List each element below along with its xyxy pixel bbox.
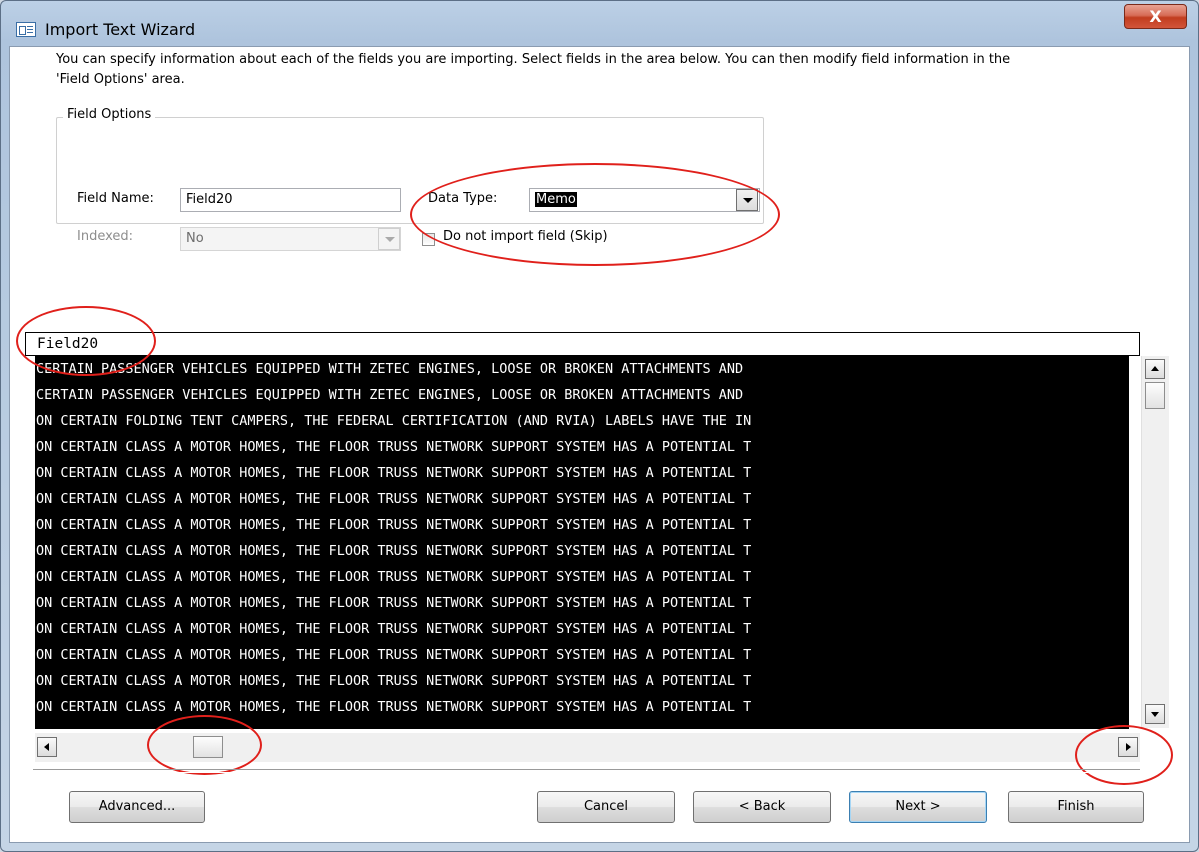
button-separator bbox=[33, 769, 1140, 773]
back-button[interactable]: < Back bbox=[693, 791, 831, 823]
preview-row[interactable]: ON CERTAIN CLASS A MOTOR HOMES, THE FLOO… bbox=[35, 434, 1129, 460]
data-type-label: Data Type: bbox=[428, 191, 498, 206]
skip-field-label: Do not import field (Skip) bbox=[443, 229, 608, 244]
instructions-text: You can specify information about each o… bbox=[56, 52, 1011, 87]
chevron-down-icon[interactable] bbox=[736, 189, 758, 211]
import-text-wizard-icon bbox=[16, 22, 36, 37]
indexed-select[interactable]: No bbox=[180, 227, 401, 251]
preview-row[interactable]: ON CERTAIN CLASS A MOTOR HOMES, THE FLOO… bbox=[35, 564, 1129, 590]
preview-row[interactable]: ON CERTAIN CLASS A MOTOR HOMES, THE FLOO… bbox=[35, 512, 1129, 538]
scroll-up-arrow-icon[interactable] bbox=[1145, 359, 1165, 379]
window-title: Import Text Wizard bbox=[45, 20, 196, 39]
next-button[interactable]: Next > bbox=[849, 791, 987, 823]
preview-column-header[interactable]: Field20 bbox=[25, 332, 1140, 356]
horizontal-scroll-thumb[interactable] bbox=[193, 736, 223, 758]
field-name-input[interactable]: Field20 bbox=[180, 188, 401, 212]
preview-row[interactable]: ON CERTAIN CLASS A MOTOR HOMES, THE FLOO… bbox=[35, 460, 1129, 486]
title-bar[interactable]: Import Text Wizard X bbox=[1, 1, 1198, 45]
preview-row[interactable]: ON CERTAIN CLASS A MOTOR HOMES, THE FLOO… bbox=[35, 616, 1129, 642]
chevron-down-icon[interactable] bbox=[378, 228, 400, 250]
advanced-button[interactable]: Advanced... bbox=[69, 791, 205, 823]
data-type-value: Memo bbox=[535, 192, 577, 207]
preview-row[interactable]: ON CERTAIN FOLDING TENT CAMPERS, THE FED… bbox=[35, 408, 1129, 434]
preview-rows[interactable]: CERTAIN PASSENGER VEHICLES EQUIPPED WITH… bbox=[35, 356, 1129, 729]
finish-button[interactable]: Finish bbox=[1008, 791, 1144, 823]
preview-row[interactable]: CERTAIN PASSENGER VEHICLES EQUIPPED WITH… bbox=[35, 356, 1129, 382]
preview-row[interactable]: ON CERTAIN CLASS A MOTOR HOMES, THE FLOO… bbox=[35, 590, 1129, 616]
vertical-scroll-thumb[interactable] bbox=[1145, 382, 1165, 409]
preview-row[interactable]: ON CERTAIN CLASS A MOTOR HOMES, THE FLOO… bbox=[35, 486, 1129, 512]
preview-row[interactable]: ON CERTAIN CLASS A MOTOR HOMES, THE FLOO… bbox=[35, 668, 1129, 694]
vertical-scrollbar[interactable] bbox=[1141, 356, 1169, 728]
scroll-down-arrow-icon[interactable] bbox=[1145, 704, 1165, 724]
preview-row[interactable]: ON CERTAIN CLASS A MOTOR HOMES, THE FLOO… bbox=[35, 694, 1129, 720]
close-button[interactable]: X bbox=[1124, 4, 1187, 29]
skip-field-checkbox[interactable] bbox=[422, 233, 435, 246]
data-type-select[interactable]: Memo bbox=[529, 188, 760, 212]
preview-row[interactable]: ON CERTAIN CLASS A MOTOR HOMES, THE FLOO… bbox=[35, 642, 1129, 668]
data-preview[interactable]: Field20 CERTAIN PASSENGER VEHICLES EQUIP… bbox=[25, 332, 1140, 732]
indexed-label: Indexed: bbox=[77, 229, 134, 244]
scroll-left-arrow-icon[interactable] bbox=[37, 737, 57, 757]
field-name-label: Field Name: bbox=[77, 191, 154, 206]
preview-row[interactable]: CERTAIN PASSENGER VEHICLES EQUIPPED WITH… bbox=[35, 382, 1129, 408]
preview-row[interactable]: ON CERTAIN CLASS A MOTOR HOMES, THE FLOO… bbox=[35, 538, 1129, 564]
cancel-button[interactable]: Cancel bbox=[537, 791, 675, 823]
field-options-legend: Field Options bbox=[63, 107, 156, 122]
scroll-right-arrow-icon[interactable] bbox=[1118, 737, 1138, 757]
horizontal-scrollbar[interactable] bbox=[35, 733, 1140, 762]
